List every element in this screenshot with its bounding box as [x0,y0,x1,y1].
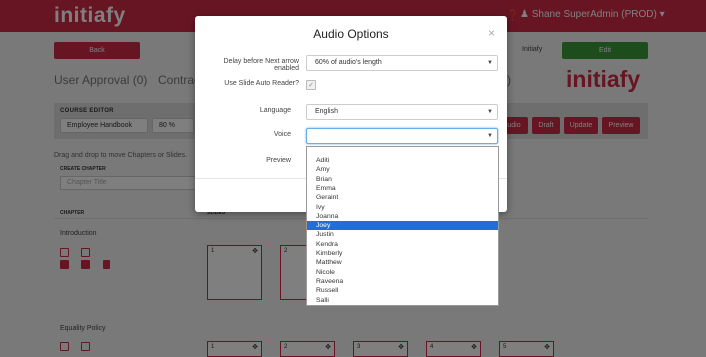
language-select[interactable]: English ▼ [306,104,498,120]
voice-option[interactable]: Joanna [307,212,498,221]
voice-option[interactable]: Geraint [307,193,498,202]
delay-label: Delay before Next arrow enabled [223,58,299,72]
chevron-down-icon: ▼ [487,133,493,139]
chevron-down-icon: ▼ [487,109,493,115]
voice-option[interactable]: Salli [307,296,498,305]
language-label: Language [259,107,291,114]
voice-option[interactable]: Ivy [307,203,498,212]
chevron-down-icon: ▼ [487,60,493,66]
delay-select[interactable]: 60% of audio's length ▼ [306,55,498,71]
preview-label: Preview [266,157,291,164]
voice-option[interactable]: Russell [307,286,498,295]
voice-option[interactable]: Justin [307,230,498,239]
delay-value: 60% of audio's length [315,59,382,66]
auto-reader-label: Use Slide Auto Reader? [224,80,299,87]
voice-dropdown-list: Aditi Amy Brian Emma Geraint Ivy Joanna … [306,146,499,306]
voice-option[interactable]: Raveena [307,277,498,286]
voice-option[interactable]: Kendra [307,240,498,249]
voice-option-highlighted[interactable]: Joey [307,221,498,231]
voice-option[interactable]: Nicole [307,268,498,277]
voice-label: Voice [273,131,291,138]
voice-option[interactable]: Kimberly [307,249,498,258]
modal-title: Audio Options [313,27,389,41]
voice-option[interactable]: Aditi [307,156,498,165]
voice-option[interactable]: Brian [307,175,498,184]
auto-reader-checkbox[interactable]: ✓ [306,80,316,90]
voice-option[interactable]: Matthew [307,258,498,267]
language-value: English [315,108,338,115]
voice-option[interactable]: Amy [307,165,498,174]
close-icon[interactable]: × [488,26,495,40]
voice-option[interactable]: Emma [307,184,498,193]
voice-select[interactable]: ▼ [306,128,498,144]
